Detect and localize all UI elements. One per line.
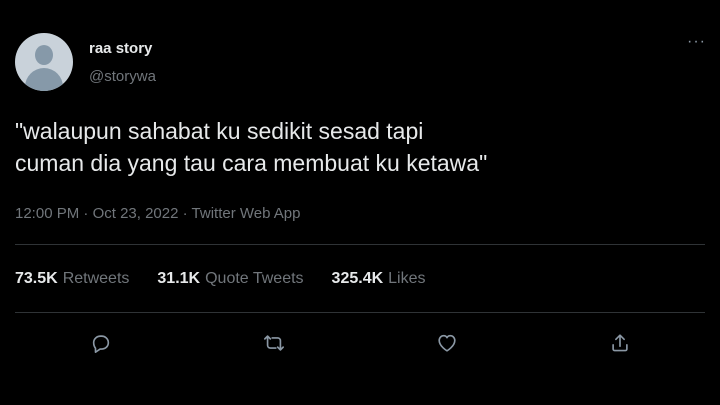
engagement-stats: 73.5K Retweets 31.1K Quote Tweets 325.4K…	[15, 270, 426, 288]
tweet-text: "walaupun sahabat ku sedikit sesad tapi …	[15, 115, 705, 179]
tweet-meta: 12:00 PM · Oct 23, 2022 · Twitter Web Ap…	[15, 205, 300, 222]
share-icon	[612, 334, 628, 352]
tweet-date[interactable]: Oct 23, 2022	[93, 205, 179, 222]
share-button[interactable]	[603, 326, 637, 360]
tweet-text-line: cuman dia yang tau cara membuat ku ketaw…	[15, 150, 488, 176]
reply-icon	[92, 335, 110, 353]
divider	[15, 244, 705, 245]
avatar-body-shape	[25, 68, 63, 91]
retweets-label: Retweets	[62, 270, 130, 287]
meta-separator: ·	[178, 205, 192, 222]
quote-tweets-stat[interactable]: 31.1K Quote Tweets	[157, 270, 303, 288]
tweet-time[interactable]: 12:00 PM	[15, 205, 79, 222]
like-button[interactable]	[430, 326, 464, 360]
avatar[interactable]	[15, 33, 73, 91]
reply-button[interactable]	[84, 326, 118, 360]
action-bar	[0, 326, 720, 360]
likes-label: Likes	[388, 270, 426, 287]
meta-separator: ·	[79, 205, 93, 222]
likes-count: 325.4K	[331, 270, 384, 287]
retweet-button[interactable]	[257, 326, 291, 360]
avatar-head-shape	[35, 45, 53, 65]
more-options-icon[interactable]: ···	[687, 33, 706, 51]
tweet-card: raa story @storywa ··· "walaupun sahabat…	[0, 0, 720, 405]
quote-tweets-count: 31.1K	[157, 270, 201, 287]
likes-stat[interactable]: 325.4K Likes	[332, 270, 426, 288]
retweets-count: 73.5K	[15, 270, 58, 287]
divider	[15, 312, 705, 313]
retweets-stat[interactable]: 73.5K Retweets	[15, 270, 129, 288]
quote-tweets-label: Quote Tweets	[205, 270, 304, 287]
tweet-source[interactable]: Twitter Web App	[192, 205, 301, 222]
tweet-text-line: "walaupun sahabat ku sedikit sesad tapi	[15, 118, 424, 144]
retweet-icon	[264, 335, 284, 351]
like-icon	[438, 334, 456, 352]
user-handle[interactable]: @storywa	[89, 68, 156, 85]
display-name[interactable]: raa story	[89, 40, 152, 57]
